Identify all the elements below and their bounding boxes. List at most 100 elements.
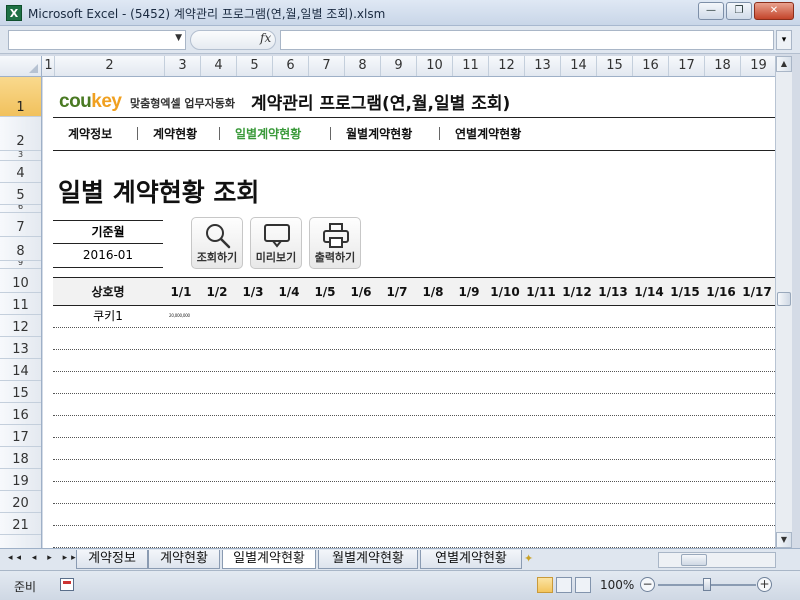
nav-item[interactable]: 월별계약현황 [346,125,412,142]
row-header[interactable]: 12 [0,315,41,337]
row-header[interactable]: 18 [0,447,41,469]
insert-function-icon[interactable]: fx [260,31,271,45]
column-header[interactable]: 12 [489,56,525,76]
column-header[interactable]: 18 [705,56,741,76]
table-row[interactable] [53,526,775,548]
column-header[interactable]: 8 [345,56,381,76]
column-header[interactable]: 14 [561,56,597,76]
row-header[interactable]: 9 [0,261,41,269]
worksheet[interactable]: coukey 맞춤형엑셀 업무자동화 계약관리 프로그램(연,월,일별 조회) … [43,77,775,548]
basis-month-value[interactable]: 2016-01 [53,244,163,268]
table-row[interactable] [53,350,775,372]
column-header[interactable]: 6 [273,56,309,76]
table-row[interactable] [53,394,775,416]
insert-sheet-icon[interactable]: ✦ [524,552,540,566]
sheet-tab[interactable]: 일별계약현황 [222,550,316,569]
column-header[interactable]: 2 [55,56,165,76]
table-row[interactable] [53,460,775,482]
sheet-tab[interactable]: 계약현황 [148,550,220,569]
company-name-cell[interactable] [53,482,163,503]
row-header[interactable]: 10 [0,269,41,293]
row-header[interactable]: 14 [0,359,41,381]
vertical-scrollbar[interactable]: ▲ ▼ [775,56,792,548]
row-header[interactable]: 3 [0,151,41,161]
search-button[interactable]: 조회하기 [191,217,243,269]
company-name-cell[interactable] [53,372,163,393]
column-header[interactable]: 7 [309,56,345,76]
company-name-cell[interactable] [53,394,163,415]
column-header[interactable]: 11 [453,56,489,76]
table-row[interactable] [53,416,775,438]
column-header[interactable]: 5 [237,56,273,76]
row-header[interactable]: 4 [0,161,41,183]
chevron-down-icon[interactable]: ▼ [175,33,182,43]
row-header[interactable]: 15 [0,381,41,403]
restore-button[interactable]: ❐ [726,2,752,20]
row-header[interactable]: 16 [0,403,41,425]
table-row[interactable] [53,328,775,350]
minimize-button[interactable]: — [698,2,724,20]
company-name-cell[interactable] [53,526,163,547]
row-header[interactable]: 6 [0,205,41,213]
table-row[interactable] [53,438,775,460]
company-name-cell[interactable] [53,350,163,371]
row-header[interactable]: 8 [0,237,41,261]
column-header[interactable]: 1 [43,56,55,76]
horizontal-scrollbar[interactable] [658,552,776,568]
sheet-tab[interactable]: 계약정보 [76,550,148,569]
row-header[interactable]: 21 [0,513,41,535]
macro-record-icon[interactable] [60,578,74,591]
row-header[interactable]: 19 [0,469,41,491]
company-name-cell[interactable]: 쿠키1 [53,306,163,327]
normal-view-icon[interactable] [537,577,553,593]
column-header[interactable]: 10 [417,56,453,76]
select-all-corner[interactable] [0,56,42,76]
scroll-up-icon[interactable]: ▲ [776,56,792,72]
nav-item[interactable]: 계약현황 [153,125,197,142]
sheet-tab[interactable]: 월별계약현황 [318,550,418,569]
scroll-thumb[interactable] [777,292,791,306]
column-header[interactable]: 9 [381,56,417,76]
sheet-nav-arrows[interactable]: ◂◂ ◂ ▸ ▸▸ [8,553,80,563]
column-header[interactable]: 19 [741,56,777,76]
nav-item[interactable]: 일별계약현황 [235,125,301,142]
row-header[interactable]: 17 [0,425,41,447]
close-button[interactable]: ✕ [754,2,794,20]
company-name-cell[interactable] [53,416,163,437]
table-row[interactable] [53,482,775,504]
column-header[interactable]: 13 [525,56,561,76]
company-name-cell[interactable] [53,438,163,459]
sheet-tab[interactable]: 연별계약현황 [420,550,522,569]
row-header[interactable]: 5 [0,183,41,205]
table-row[interactable] [53,372,775,394]
zoom-in-button[interactable]: + [757,577,772,592]
expand-formula-bar-icon[interactable]: ▾ [776,30,792,50]
table-row[interactable]: 쿠키1 20,000,000 [53,306,775,328]
column-header[interactable]: 4 [201,56,237,76]
column-header[interactable]: 3 [165,56,201,76]
row-header[interactable]: 7 [0,213,41,237]
zoom-slider-thumb[interactable] [703,578,711,591]
company-name-cell[interactable] [53,328,163,349]
print-button[interactable]: 출력하기 [309,217,361,269]
page-layout-view-icon[interactable] [556,577,572,593]
nav-item[interactable]: 연별계약현황 [455,125,521,142]
horizontal-scroll-thumb[interactable] [681,554,707,566]
table-row[interactable] [53,504,775,526]
company-name-cell[interactable] [53,504,163,525]
excel-app-icon[interactable]: X [6,5,22,21]
row-header[interactable]: 1 [0,77,41,117]
amount-cell[interactable]: 20,000,000 [169,313,190,318]
column-header[interactable]: 16 [633,56,669,76]
nav-item[interactable]: 계약정보 [68,125,112,142]
row-header[interactable]: 11 [0,293,41,315]
zoom-out-button[interactable]: − [640,577,655,592]
column-header[interactable]: 15 [597,56,633,76]
scroll-down-icon[interactable]: ▼ [776,532,792,548]
company-name-cell[interactable] [53,460,163,481]
formula-input[interactable] [280,30,774,50]
row-header[interactable]: 20 [0,491,41,513]
page-break-view-icon[interactable] [575,577,591,593]
column-header[interactable]: 17 [669,56,705,76]
preview-button[interactable]: 미리보기 [250,217,302,269]
